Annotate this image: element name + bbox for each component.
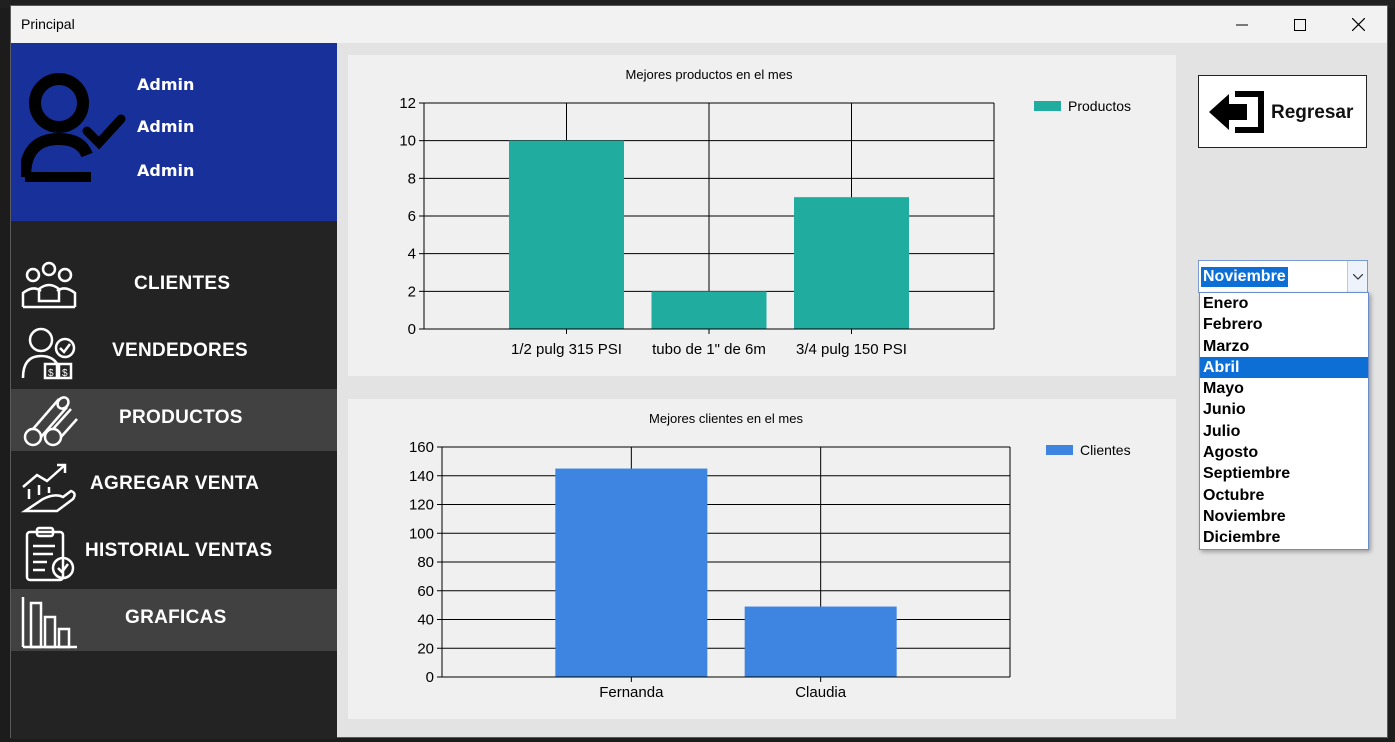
exit-arrow-icon	[1209, 91, 1264, 133]
bar	[794, 197, 909, 329]
month-option[interactable]: Junio	[1200, 399, 1368, 420]
menu-label: GRAFICAS	[125, 607, 227, 628]
window-title: Principal	[21, 16, 75, 32]
seller-icon: $ $	[21, 327, 76, 380]
month-option[interactable]: Octubre	[1200, 485, 1368, 506]
minimize-button[interactable]	[1213, 6, 1271, 43]
back-button[interactable]: Regresar	[1198, 75, 1367, 148]
month-option[interactable]: Marzo	[1200, 336, 1368, 357]
month-select-value: Noviembre	[1201, 267, 1288, 287]
y-tick-label: 4	[408, 246, 416, 263]
y-tick-label: 10	[399, 133, 416, 150]
bar	[651, 291, 767, 329]
bar	[555, 468, 708, 677]
y-tick-label: 12	[399, 95, 416, 112]
menu-item-clientes[interactable]: CLIENTES	[11, 255, 337, 317]
y-tick-label: 140	[409, 468, 434, 485]
legend-swatch	[1046, 445, 1073, 455]
month-option[interactable]: Abril	[1200, 356, 1368, 379]
clipboard-check-icon	[25, 526, 75, 582]
y-tick-label: 40	[417, 612, 434, 629]
bar	[509, 140, 624, 329]
users-group-icon	[21, 261, 77, 309]
legend-swatch	[1034, 101, 1061, 111]
bar	[744, 606, 897, 677]
legend-label: Productos	[1068, 98, 1131, 114]
month-option[interactable]: Diciembre	[1200, 527, 1368, 548]
menu-item-productos[interactable]: PRODUCTOS	[11, 389, 337, 451]
menu-item-historial-ventas[interactable]: HISTORIAL VENTAS	[11, 522, 337, 584]
menu-item-vendedores[interactable]: $ $ VENDEDORES	[11, 322, 337, 384]
month-option[interactable]: Enero	[1200, 293, 1368, 314]
y-tick-label: 0	[408, 321, 416, 338]
profile-panel: Admin Admin Admin	[11, 43, 337, 221]
month-option[interactable]: Noviembre	[1200, 506, 1368, 527]
pipes-icon	[23, 396, 78, 447]
bar-chart-icon	[21, 597, 77, 649]
menu-label: CLIENTES	[134, 273, 231, 294]
y-tick-label: 60	[417, 583, 434, 600]
month-option[interactable]: Julio	[1200, 421, 1368, 442]
sales-growth-icon	[20, 463, 76, 513]
chevron-down-icon	[1352, 273, 1363, 280]
y-tick-label: 0	[426, 669, 434, 686]
x-tick-label: Claudia	[795, 684, 847, 701]
month-option[interactable]: Mayo	[1200, 378, 1368, 399]
svg-text:$: $	[62, 368, 68, 379]
clients-chart: Mejores clientes en el mes 0 20 40 60 80 100 12…	[409, 411, 1131, 701]
month-option[interactable]: Agosto	[1200, 442, 1368, 463]
products-chart: Mejores productos en el mes 0 2 4 6 8 10 12 1/2 …	[399, 67, 1131, 358]
y-tick-label: 80	[417, 554, 434, 571]
profile-name: Admin	[137, 75, 195, 94]
y-tick-label: 20	[417, 640, 434, 657]
month-option[interactable]: Febrero	[1200, 314, 1368, 335]
chart-title: Mejores clientes en el mes	[649, 411, 803, 426]
close-button[interactable]	[1329, 6, 1387, 43]
chart-title: Mejores productos en el mes	[626, 67, 793, 82]
month-option[interactable]: Septiembre	[1200, 463, 1368, 484]
dropdown-arrow-button[interactable]	[1347, 261, 1367, 292]
menu-label: VENDEDORES	[112, 340, 249, 361]
back-button-label: Regresar	[1271, 102, 1354, 123]
x-tick-label: 1/2 pulg 315 PSI	[511, 341, 622, 358]
products-chart-panel: Mejores productos en el mes 0 2 4 6 8 10 12 1/2 …	[348, 55, 1176, 376]
minimize-icon	[1236, 24, 1248, 25]
month-select[interactable]: Noviembre	[1198, 260, 1368, 293]
maximize-button[interactable]	[1271, 6, 1329, 43]
clients-chart-panel: Mejores clientes en el mes 0 20 40 60 80 100 12…	[348, 399, 1176, 719]
sidebar: Admin Admin Admin CLIENTES $ $ VENDEDORE…	[11, 43, 337, 739]
profile-user: Admin	[137, 161, 195, 180]
y-tick-label: 6	[408, 208, 416, 225]
menu-item-agregar-venta[interactable]: AGREGAR VENTA	[11, 455, 337, 517]
menu-item-graficas[interactable]: GRAFICAS	[11, 589, 337, 651]
menu-label: HISTORIAL VENTAS	[85, 540, 273, 561]
y-tick-label: 100	[409, 525, 434, 542]
close-icon	[1351, 18, 1365, 31]
x-tick-label: tubo de 1" de 6m	[652, 341, 766, 358]
maximize-icon	[1294, 18, 1306, 31]
menu-label: AGREGAR VENTA	[90, 473, 260, 494]
title-bar: Principal	[11, 6, 1387, 43]
y-tick-label: 8	[408, 170, 416, 187]
profile-role: Admin	[137, 117, 195, 136]
svg-text:$: $	[48, 368, 54, 379]
y-tick-label: 120	[409, 497, 434, 514]
x-tick-label: 3/4 pulg 150 PSI	[796, 341, 907, 358]
user-check-icon	[21, 73, 126, 182]
y-tick-label: 160	[409, 439, 434, 456]
menu-label: PRODUCTOS	[119, 407, 243, 428]
main-window: Principal Admin Admin Admin CLIENTES $ $…	[10, 5, 1388, 739]
legend-label: Clientes	[1080, 442, 1131, 458]
y-tick-label: 2	[408, 283, 416, 300]
month-dropdown-list: Enero Febrero Marzo Abril Mayo Junio Julio Agos…	[1199, 292, 1369, 550]
x-tick-label: Fernanda	[599, 684, 664, 701]
